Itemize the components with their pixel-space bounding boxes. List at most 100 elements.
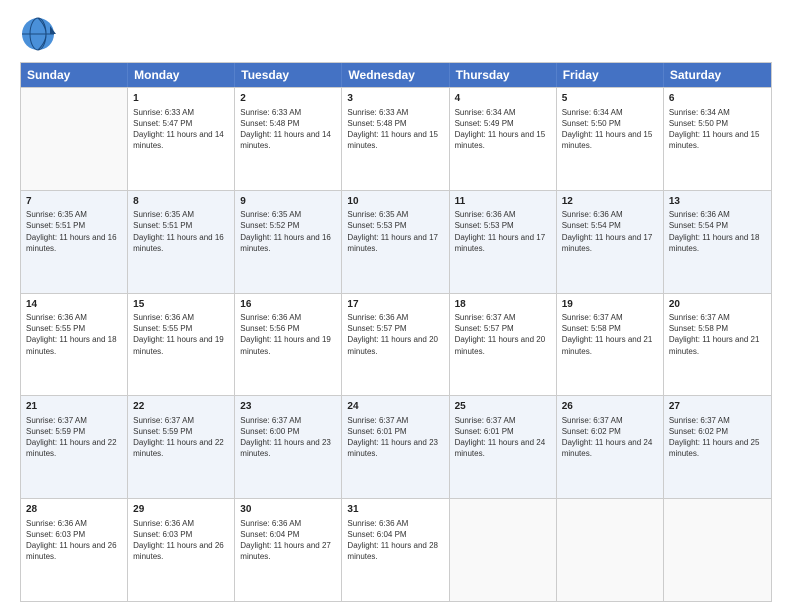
cal-header-day: Thursday [450,63,557,87]
calendar-body: 1Sunrise: 6:33 AM Sunset: 5:47 PM Daylig… [21,87,771,601]
day-number: 12 [562,195,658,209]
cell-text: Sunrise: 6:37 AM Sunset: 6:00 PM Dayligh… [240,415,336,460]
day-number: 10 [347,195,443,209]
day-number: 20 [669,298,766,312]
cal-cell: 25Sunrise: 6:37 AM Sunset: 6:01 PM Dayli… [450,396,557,498]
cal-cell: 12Sunrise: 6:36 AM Sunset: 5:54 PM Dayli… [557,191,664,293]
cal-cell: 28Sunrise: 6:36 AM Sunset: 6:03 PM Dayli… [21,499,128,601]
cell-text: Sunrise: 6:36 AM Sunset: 5:53 PM Dayligh… [455,209,551,254]
cal-cell: 18Sunrise: 6:37 AM Sunset: 5:57 PM Dayli… [450,294,557,396]
cell-text: Sunrise: 6:36 AM Sunset: 6:03 PM Dayligh… [133,518,229,563]
cell-text: Sunrise: 6:36 AM Sunset: 5:55 PM Dayligh… [26,312,122,357]
cal-cell: 16Sunrise: 6:36 AM Sunset: 5:56 PM Dayli… [235,294,342,396]
day-number: 14 [26,298,122,312]
logo-icon [20,16,60,52]
cal-week: 7Sunrise: 6:35 AM Sunset: 5:51 PM Daylig… [21,190,771,293]
day-number: 25 [455,400,551,414]
cell-text: Sunrise: 6:35 AM Sunset: 5:51 PM Dayligh… [133,209,229,254]
cal-cell: 9Sunrise: 6:35 AM Sunset: 5:52 PM Daylig… [235,191,342,293]
day-number: 6 [669,92,766,106]
day-number: 22 [133,400,229,414]
cal-cell: 29Sunrise: 6:36 AM Sunset: 6:03 PM Dayli… [128,499,235,601]
cell-text: Sunrise: 6:36 AM Sunset: 5:56 PM Dayligh… [240,312,336,357]
day-number: 16 [240,298,336,312]
cell-text: Sunrise: 6:37 AM Sunset: 6:01 PM Dayligh… [347,415,443,460]
day-number: 29 [133,503,229,517]
cal-cell: 21Sunrise: 6:37 AM Sunset: 5:59 PM Dayli… [21,396,128,498]
day-number: 4 [455,92,551,106]
cal-cell: 3Sunrise: 6:33 AM Sunset: 5:48 PM Daylig… [342,88,449,190]
cell-text: Sunrise: 6:37 AM Sunset: 5:59 PM Dayligh… [133,415,229,460]
day-number: 11 [455,195,551,209]
cal-cell: 27Sunrise: 6:37 AM Sunset: 6:02 PM Dayli… [664,396,771,498]
cal-cell: 2Sunrise: 6:33 AM Sunset: 5:48 PM Daylig… [235,88,342,190]
cell-text: Sunrise: 6:33 AM Sunset: 5:47 PM Dayligh… [133,107,229,152]
cal-week: 21Sunrise: 6:37 AM Sunset: 5:59 PM Dayli… [21,395,771,498]
day-number: 26 [562,400,658,414]
cell-text: Sunrise: 6:34 AM Sunset: 5:49 PM Dayligh… [455,107,551,152]
cell-text: Sunrise: 6:37 AM Sunset: 6:02 PM Dayligh… [669,415,766,460]
cal-cell: 31Sunrise: 6:36 AM Sunset: 6:04 PM Dayli… [342,499,449,601]
cal-week: 14Sunrise: 6:36 AM Sunset: 5:55 PM Dayli… [21,293,771,396]
day-number: 23 [240,400,336,414]
cal-cell [557,499,664,601]
logo-globe-container [20,16,56,52]
cal-cell: 8Sunrise: 6:35 AM Sunset: 5:51 PM Daylig… [128,191,235,293]
logo [20,16,60,52]
cell-text: Sunrise: 6:35 AM Sunset: 5:53 PM Dayligh… [347,209,443,254]
cell-text: Sunrise: 6:36 AM Sunset: 5:54 PM Dayligh… [669,209,766,254]
cal-cell [450,499,557,601]
cal-header-day: Sunday [21,63,128,87]
cal-cell: 20Sunrise: 6:37 AM Sunset: 5:58 PM Dayli… [664,294,771,396]
cal-cell: 26Sunrise: 6:37 AM Sunset: 6:02 PM Dayli… [557,396,664,498]
day-number: 31 [347,503,443,517]
cal-cell: 24Sunrise: 6:37 AM Sunset: 6:01 PM Dayli… [342,396,449,498]
cal-week: 28Sunrise: 6:36 AM Sunset: 6:03 PM Dayli… [21,498,771,601]
cell-text: Sunrise: 6:37 AM Sunset: 5:58 PM Dayligh… [562,312,658,357]
day-number: 5 [562,92,658,106]
cal-week: 1Sunrise: 6:33 AM Sunset: 5:47 PM Daylig… [21,87,771,190]
cell-text: Sunrise: 6:36 AM Sunset: 6:03 PM Dayligh… [26,518,122,563]
day-number: 17 [347,298,443,312]
cal-cell: 5Sunrise: 6:34 AM Sunset: 5:50 PM Daylig… [557,88,664,190]
cell-text: Sunrise: 6:33 AM Sunset: 5:48 PM Dayligh… [240,107,336,152]
cal-cell [21,88,128,190]
cell-text: Sunrise: 6:37 AM Sunset: 6:02 PM Dayligh… [562,415,658,460]
cal-header-day: Friday [557,63,664,87]
cell-text: Sunrise: 6:36 AM Sunset: 6:04 PM Dayligh… [347,518,443,563]
cal-cell: 13Sunrise: 6:36 AM Sunset: 5:54 PM Dayli… [664,191,771,293]
cal-cell: 15Sunrise: 6:36 AM Sunset: 5:55 PM Dayli… [128,294,235,396]
page: SundayMondayTuesdayWednesdayThursdayFrid… [0,0,792,612]
cal-header-day: Saturday [664,63,771,87]
day-number: 24 [347,400,443,414]
calendar-header: SundayMondayTuesdayWednesdayThursdayFrid… [21,63,771,87]
day-number: 1 [133,92,229,106]
cal-cell [664,499,771,601]
day-number: 19 [562,298,658,312]
cell-text: Sunrise: 6:35 AM Sunset: 5:52 PM Dayligh… [240,209,336,254]
cell-text: Sunrise: 6:33 AM Sunset: 5:48 PM Dayligh… [347,107,443,152]
cell-text: Sunrise: 6:34 AM Sunset: 5:50 PM Dayligh… [669,107,766,152]
day-number: 8 [133,195,229,209]
cell-text: Sunrise: 6:34 AM Sunset: 5:50 PM Dayligh… [562,107,658,152]
cal-header-day: Wednesday [342,63,449,87]
cell-text: Sunrise: 6:35 AM Sunset: 5:51 PM Dayligh… [26,209,122,254]
cal-cell: 1Sunrise: 6:33 AM Sunset: 5:47 PM Daylig… [128,88,235,190]
cal-cell: 6Sunrise: 6:34 AM Sunset: 5:50 PM Daylig… [664,88,771,190]
day-number: 18 [455,298,551,312]
cell-text: Sunrise: 6:36 AM Sunset: 5:55 PM Dayligh… [133,312,229,357]
day-number: 15 [133,298,229,312]
header [20,16,772,52]
cal-cell: 30Sunrise: 6:36 AM Sunset: 6:04 PM Dayli… [235,499,342,601]
day-number: 28 [26,503,122,517]
cal-cell: 4Sunrise: 6:34 AM Sunset: 5:49 PM Daylig… [450,88,557,190]
cell-text: Sunrise: 6:37 AM Sunset: 6:01 PM Dayligh… [455,415,551,460]
cell-text: Sunrise: 6:37 AM Sunset: 5:59 PM Dayligh… [26,415,122,460]
day-number: 13 [669,195,766,209]
day-number: 30 [240,503,336,517]
cell-text: Sunrise: 6:36 AM Sunset: 6:04 PM Dayligh… [240,518,336,563]
cal-cell: 19Sunrise: 6:37 AM Sunset: 5:58 PM Dayli… [557,294,664,396]
day-number: 27 [669,400,766,414]
cell-text: Sunrise: 6:36 AM Sunset: 5:57 PM Dayligh… [347,312,443,357]
cal-cell: 23Sunrise: 6:37 AM Sunset: 6:00 PM Dayli… [235,396,342,498]
